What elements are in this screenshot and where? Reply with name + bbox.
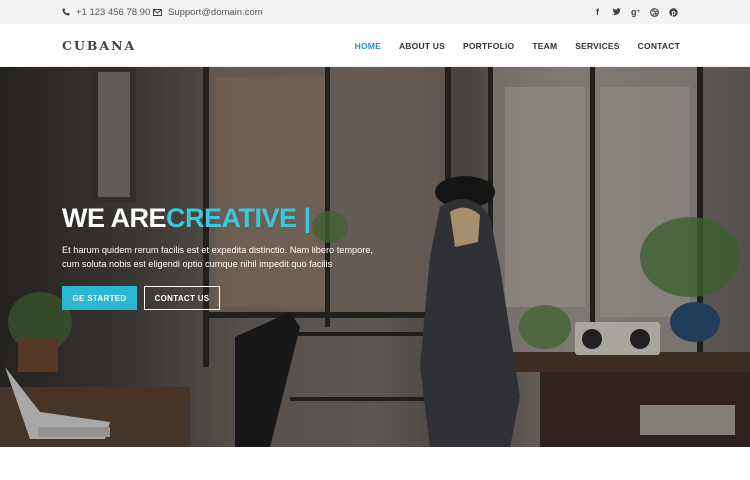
headline-accent: CREATIVE |: [166, 203, 311, 233]
phone-contact: +1 123 456 78 90: [62, 0, 150, 24]
hero-section: WE ARECREATIVE | Et harum quidem rerum f…: [0, 67, 750, 447]
contact-us-button[interactable]: CONTACT US: [144, 286, 220, 310]
email-contact: Support@domain.com: [153, 0, 263, 24]
main-navbar: CUBANA HOME ABOUT US PORTFOLIO TEAM SERV…: [0, 24, 750, 67]
site-logo[interactable]: CUBANA: [62, 24, 136, 67]
nav-portfolio[interactable]: PORTFOLIO: [463, 41, 514, 51]
hero-subtext: Et harum quidem rerum facilis est et exp…: [62, 245, 373, 269]
twitter-icon[interactable]: [612, 8, 621, 17]
nav-team[interactable]: TEAM: [532, 41, 557, 51]
facebook-icon[interactable]: f: [593, 7, 602, 17]
google-plus-icon[interactable]: g +: [631, 7, 640, 17]
get-started-button[interactable]: GE STARTED: [62, 286, 137, 310]
top-bar: +1 123 456 78 90 Support@domain.com f g +…: [0, 0, 750, 24]
email-address[interactable]: Support@domain.com: [168, 7, 263, 18]
nav-about-us[interactable]: ABOUT US: [399, 41, 445, 51]
headline-prefix: WE ARE: [62, 203, 167, 233]
phone-number: +1 123 456 78 90: [76, 6, 151, 18]
envelope-icon: [153, 8, 162, 16]
below-hero-section: [0, 447, 750, 480]
main-menu: HOME ABOUT US PORTFOLIO TEAM SERVICES CO…: [355, 24, 680, 67]
nav-contact[interactable]: CONTACT: [638, 41, 680, 51]
pinterest-icon[interactable]: p: [669, 7, 678, 17]
dribbble-icon[interactable]: [650, 7, 659, 17]
social-links: f g + p: [593, 0, 678, 24]
svg-text:p: p: [671, 10, 675, 17]
hero-headline: WE ARECREATIVE |: [62, 203, 311, 234]
nav-home[interactable]: HOME: [355, 41, 381, 51]
nav-services[interactable]: SERVICES: [575, 41, 619, 51]
phone-icon: [62, 8, 70, 16]
